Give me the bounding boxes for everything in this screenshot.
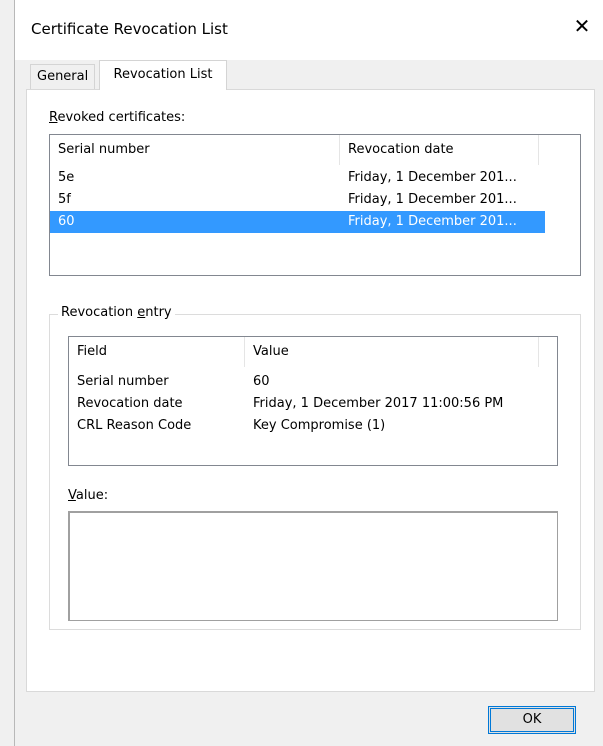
ok-button[interactable]: OK bbox=[488, 706, 576, 734]
date-cell: Friday, 1 December 201... bbox=[348, 192, 517, 207]
revocation-entry-label: Revocation entry bbox=[58, 305, 175, 320]
tab-revocation-list[interactable]: Revocation List bbox=[99, 60, 227, 90]
list-item[interactable]: Serial number 60 bbox=[69, 371, 557, 393]
list-item-selected[interactable]: 60 Friday, 1 December 201... bbox=[50, 211, 545, 233]
revocation-entry-group: Revocation entry Field Value Serial numb… bbox=[49, 305, 581, 630]
value-cell: Key Compromise (1) bbox=[253, 418, 386, 433]
list-item[interactable]: 5e Friday, 1 December 201... bbox=[50, 167, 545, 189]
serial-cell: 5f bbox=[58, 192, 71, 207]
field-cell: CRL Reason Code bbox=[77, 418, 192, 433]
revocation-entry-list[interactable]: Field Value Serial number 60 Revocation … bbox=[68, 336, 558, 466]
revoked-certificates-list[interactable]: Serial number Revocation date 5e Friday,… bbox=[49, 134, 581, 276]
list-header: Field Value bbox=[69, 337, 557, 367]
value-cell: 60 bbox=[253, 374, 270, 389]
date-cell: Friday, 1 December 201... bbox=[348, 170, 517, 185]
column-header-serial-number[interactable]: Serial number bbox=[50, 135, 340, 165]
serial-cell: 5e bbox=[58, 170, 75, 185]
tab-panel: Revoked certificates: Serial number Revo… bbox=[26, 89, 595, 692]
revoked-certificates-label: Revoked certificates: bbox=[49, 110, 186, 125]
list-item[interactable]: Revocation date Friday, 1 December 2017 … bbox=[69, 393, 557, 415]
list-item[interactable]: 5f Friday, 1 December 201... bbox=[50, 189, 545, 211]
column-header-revocation-date[interactable]: Revocation date bbox=[340, 135, 539, 165]
window-title: Certificate Revocation List bbox=[31, 20, 228, 38]
value-cell: Friday, 1 December 2017 11:00:56 PM bbox=[253, 396, 504, 411]
column-header-field[interactable]: Field bbox=[69, 337, 245, 367]
column-header-value[interactable]: Value bbox=[245, 337, 539, 367]
close-icon[interactable]: ✕ bbox=[570, 14, 594, 38]
tab-general[interactable]: General bbox=[30, 64, 96, 90]
serial-cell: 60 bbox=[58, 214, 75, 229]
field-cell: Revocation date bbox=[77, 396, 183, 411]
date-cell: Friday, 1 December 201... bbox=[348, 214, 517, 229]
title-bar: Certificate Revocation List ✕ bbox=[15, 0, 603, 60]
field-cell: Serial number bbox=[77, 374, 169, 389]
dialog-window: Certificate Revocation List ✕ General Re… bbox=[14, 0, 603, 746]
value-label: Value: bbox=[68, 488, 109, 503]
list-header: Serial number Revocation date bbox=[50, 135, 580, 165]
list-item[interactable]: CRL Reason Code Key Compromise (1) bbox=[69, 415, 557, 437]
value-textbox[interactable] bbox=[68, 511, 558, 621]
